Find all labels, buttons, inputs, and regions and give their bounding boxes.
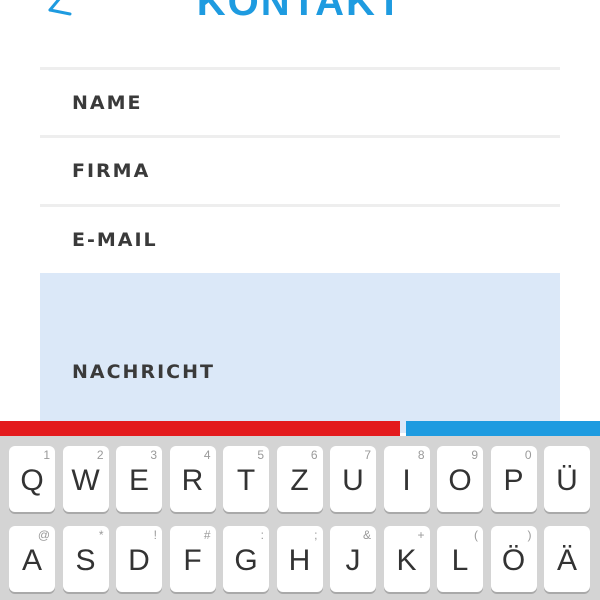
key-label: W (71, 464, 100, 497)
keyboard: Q1W2E3R4T5Z6U7I8O9P0Ü A @ S * D! F # G: H; J & K + L(… (0, 436, 600, 600)
name-label: NAME (72, 92, 143, 114)
key-sublabel: & (362, 528, 371, 542)
key-label: L (451, 544, 469, 577)
header: KONTAKT (0, 0, 600, 40)
page-title: KONTAKT (196, 0, 404, 24)
key-label: Ä (556, 544, 577, 577)
key[interactable]: L( (437, 526, 483, 592)
key-label: J (345, 544, 361, 577)
key[interactable]: A @ (9, 526, 55, 592)
key[interactable]: I8 (383, 446, 430, 512)
firma-field[interactable]: FIRMA (40, 138, 560, 204)
key-sublabel: 0 (524, 448, 532, 462)
key[interactable]: E3 (116, 446, 162, 512)
key-label: Ü (556, 464, 578, 497)
key[interactable]: Ä (544, 526, 590, 592)
key-label: H (288, 544, 311, 577)
key-sublabel: 2 (96, 448, 104, 462)
key-label: Ö (501, 544, 526, 577)
key-label: A (21, 544, 42, 577)
key[interactable]: Ö) (490, 526, 537, 592)
key-sublabel: * (98, 528, 104, 542)
key[interactable]: D! (116, 526, 162, 592)
key-sublabel: 6 (310, 448, 318, 462)
key-sublabel: 3 (150, 448, 157, 462)
key-label: G (234, 544, 258, 577)
email-label: E-MAIL (72, 229, 158, 251)
key-label: U (342, 464, 364, 497)
key[interactable]: W2 (62, 446, 109, 512)
key[interactable]: S * (62, 526, 109, 592)
key-label: P (503, 464, 524, 497)
progress-bar-red (0, 421, 400, 436)
key-label: R (181, 464, 204, 497)
key[interactable]: R4 (169, 446, 216, 512)
key-sublabel: 1 (43, 448, 50, 462)
key-sublabel: # (203, 528, 211, 542)
key-sublabel: ! (153, 528, 157, 542)
key-label: Q (20, 464, 44, 497)
key[interactable]: K + (383, 526, 430, 592)
message-label: NACHRICHT (72, 361, 215, 383)
key[interactable]: F # (169, 526, 216, 592)
key-label: D (128, 544, 150, 577)
firma-label: FIRMA (72, 160, 151, 182)
key-sublabel: 5 (257, 448, 264, 462)
key-label: E (128, 464, 149, 497)
key-sublabel: @ (37, 528, 50, 542)
key-label: K (396, 544, 417, 577)
email-field[interactable]: E-MAIL (40, 207, 560, 273)
key-sublabel: ; (314, 528, 318, 542)
key-label: I (402, 464, 411, 497)
key[interactable]: J & (330, 526, 376, 592)
key-label: S (75, 544, 96, 577)
key-sublabel: 8 (417, 448, 425, 462)
key-sublabel: 7 (364, 448, 371, 462)
key-label: T (236, 464, 256, 497)
key-sublabel: ) (527, 528, 532, 542)
key[interactable]: H; (276, 526, 323, 592)
key[interactable]: P0 (490, 446, 537, 512)
key-sublabel: : (260, 528, 264, 542)
key-label: O (448, 464, 472, 497)
key-sublabel: ( (474, 528, 478, 542)
key[interactable]: O9 (437, 446, 483, 512)
key[interactable]: U7 (330, 446, 376, 512)
key[interactable]: T5 (223, 446, 269, 512)
key[interactable]: Q1 (9, 446, 55, 512)
key-sublabel: 9 (471, 448, 478, 462)
key[interactable]: Z6 (276, 446, 323, 512)
key-sublabel: + (417, 528, 425, 542)
key[interactable]: G: (223, 526, 269, 592)
key-label: Z (290, 464, 309, 497)
key[interactable]: Ü (544, 446, 590, 512)
name-field[interactable]: NAME (40, 70, 560, 136)
message-field[interactable]: NACHRICHT (40, 273, 560, 433)
progress-bar-blue (406, 421, 600, 436)
key-sublabel: 4 (203, 448, 211, 462)
key-label: F (183, 544, 202, 577)
